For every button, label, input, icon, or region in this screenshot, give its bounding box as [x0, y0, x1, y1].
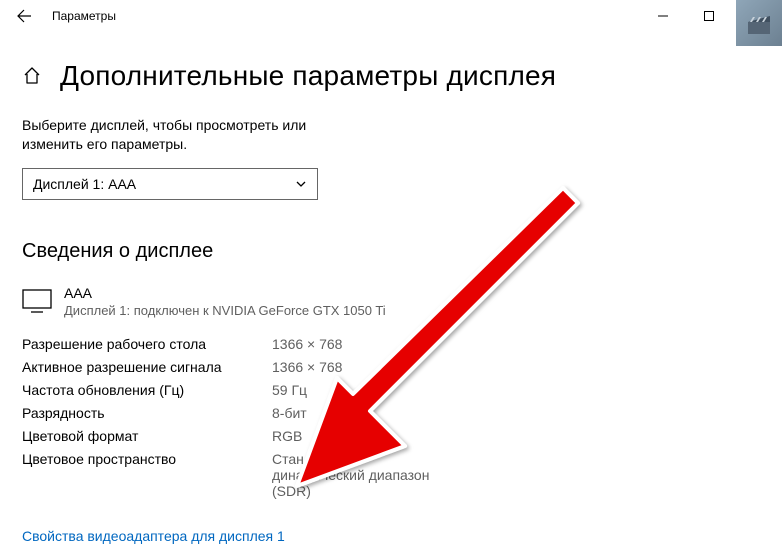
clapperboard-icon: [746, 10, 772, 36]
minimize-button[interactable]: [640, 0, 686, 32]
monitor-icon: [22, 289, 52, 313]
display-select-value: Дисплей 1: AAA: [33, 176, 136, 192]
adapter-properties-link[interactable]: Свойства видеоадаптера для дисплея 1: [22, 528, 285, 544]
display-info-table: Разрешение рабочего стола1366 × 768 Акти…: [22, 336, 760, 499]
chevron-down-icon: [295, 178, 307, 190]
info-label: Активное разрешение сигнала: [22, 359, 272, 375]
info-row: Частота обновления (Гц)59 Гц: [22, 382, 760, 398]
maximize-icon: [704, 11, 714, 21]
info-row: Цветовое пространствоСтандартный динамич…: [22, 451, 760, 499]
section-title: Сведения о дисплее: [22, 240, 760, 263]
info-row: Активное разрешение сигнала1366 × 768: [22, 359, 760, 375]
info-value: RGB: [272, 428, 302, 444]
content-area: Дополнительные параметры дисплея Выберит…: [0, 32, 782, 546]
info-row: Цветовой форматRGB: [22, 428, 760, 444]
page-header: Дополнительные параметры дисплея: [22, 60, 760, 92]
window-title: Параметры: [44, 9, 640, 23]
info-value: 1366 × 768: [272, 359, 342, 375]
info-value: Стандартный динамический диапазон (SDR): [272, 451, 452, 499]
maximize-button[interactable]: [686, 0, 732, 32]
display-subtitle: Дисплей 1: подключен к NVIDIA GeForce GT…: [64, 303, 386, 318]
info-row: Разрешение рабочего стола1366 × 768: [22, 336, 760, 352]
instruction-text: Выберите дисплей, чтобы просмотреть или …: [22, 116, 352, 154]
display-select[interactable]: Дисплей 1: AAA: [22, 168, 318, 200]
display-name: AAA: [64, 285, 386, 301]
display-summary: AAA Дисплей 1: подключен к NVIDIA GeForc…: [22, 285, 760, 318]
info-value: 1366 × 768: [272, 336, 342, 352]
page-title: Дополнительные параметры дисплея: [60, 60, 556, 92]
info-label: Разрядность: [22, 405, 272, 421]
titlebar: Параметры: [0, 0, 782, 32]
app-overlay-icon: [736, 0, 782, 46]
info-value: 59 Гц: [272, 382, 307, 398]
info-label: Разрешение рабочего стола: [22, 336, 272, 352]
info-label: Частота обновления (Гц): [22, 382, 272, 398]
home-icon[interactable]: [22, 66, 42, 86]
arrow-left-icon: [16, 8, 32, 24]
info-label: Цветовое пространство: [22, 451, 272, 467]
back-button[interactable]: [4, 0, 44, 32]
minimize-icon: [658, 11, 668, 21]
info-row: Разрядность8-бит: [22, 405, 760, 421]
info-label: Цветовой формат: [22, 428, 272, 444]
info-value: 8-бит: [272, 405, 307, 421]
